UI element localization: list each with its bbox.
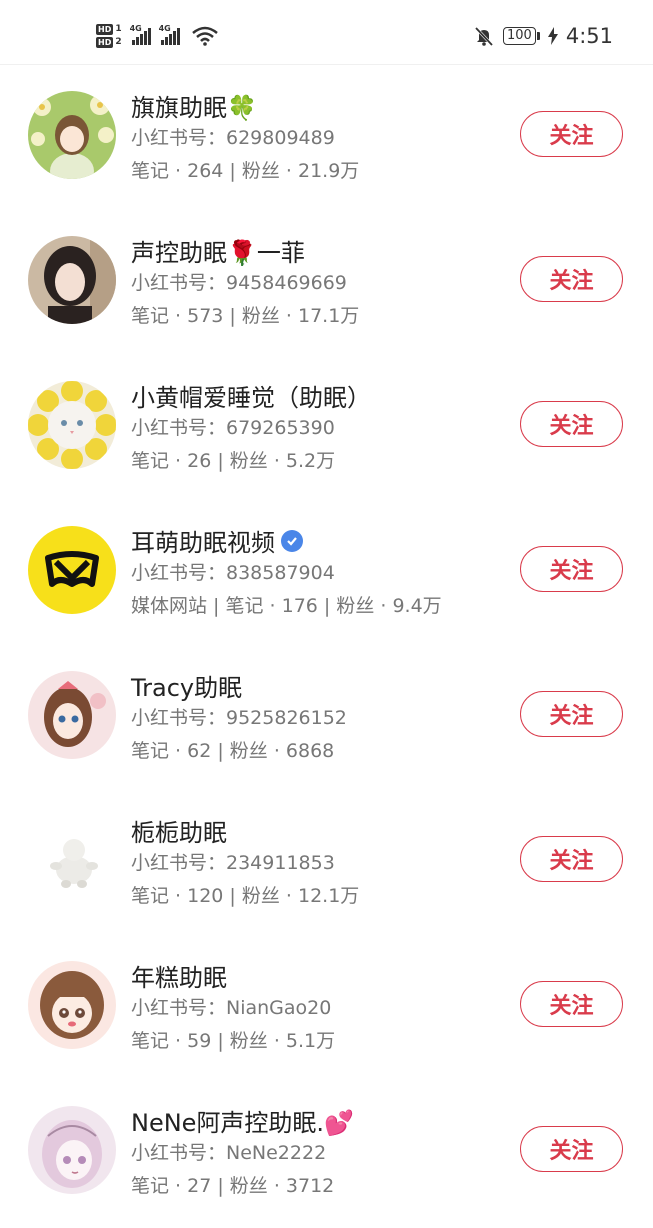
user-id: 小红书号：629809489 (131, 127, 335, 149)
avatar-logo-yellow[interactable] (28, 526, 116, 614)
user-id: 小红书号：NianGao20 (131, 997, 332, 1019)
hd2-number: 2 (115, 37, 122, 47)
hd2-badge: HD (96, 37, 114, 48)
list-item[interactable]: Tracy助眠 小红书号：9525826152 笔记 · 62 | 粉丝 · 6… (0, 646, 653, 791)
status-left: HD 1 HD 2 4G 4G (96, 20, 218, 52)
net2-label: 4G (158, 23, 171, 33)
user-name[interactable]: 年糕助眠 (131, 958, 227, 993)
list-item[interactable]: 耳萌助眠视频 小红书号：838587904 媒体网站 | 笔记 · 176 | … (0, 501, 653, 646)
hd1-indicator: HD 1 (96, 24, 122, 35)
avatar-cat-sunflower[interactable] (28, 381, 116, 469)
list-item[interactable]: 栀栀助眠 小红书号：234911853 笔记 · 120 | 粉丝 · 12.1… (0, 791, 653, 936)
list-item[interactable]: 小黄帽爱睡觉（助眠） 小红书号：679265390 笔记 · 26 | 粉丝 ·… (0, 356, 653, 501)
user-name-text: 耳萌助眠视频 (131, 529, 275, 557)
follow-button[interactable]: 关注 (520, 836, 623, 882)
avatar-girl-flowers[interactable] (28, 91, 116, 179)
wifi-icon (191, 26, 218, 46)
user-stats: 笔记 · 264 | 粉丝 · 21.9万 (131, 160, 360, 182)
follow-button[interactable]: 关注 (520, 256, 623, 302)
net1-label: 4G (129, 23, 142, 33)
avatar-anime-girl[interactable] (28, 961, 116, 1049)
user-stats: 笔记 · 26 | 粉丝 · 5.2万 (131, 450, 336, 472)
follow-button[interactable]: 关注 (520, 981, 623, 1027)
header-divider (0, 64, 653, 65)
user-name[interactable]: Tracy助眠 (131, 668, 242, 703)
signal-icon: 4G (130, 24, 151, 45)
user-stats: 笔记 · 59 | 粉丝 · 5.1万 (131, 1030, 336, 1052)
list-item[interactable]: 声控助眠🌹一菲 小红书号：9458469669 笔记 · 573 | 粉丝 · … (0, 211, 653, 356)
user-id: 小红书号：9525826152 (131, 707, 347, 729)
user-name[interactable]: NeNe阿声控助眠.💕 (131, 1103, 354, 1138)
user-name[interactable]: 耳萌助眠视频 (131, 523, 303, 558)
user-name[interactable]: 小黄帽爱睡觉（助眠） (131, 378, 371, 413)
user-id: 小红书号：679265390 (131, 417, 335, 439)
user-id: 小红书号：NeNe2222 (131, 1142, 327, 1164)
list-item[interactable]: 旗旗助眠🍀 小红书号：629809489 笔记 · 264 | 粉丝 · 21.… (0, 66, 653, 211)
status-bar: HD 1 HD 2 4G 4G 100 4:51 (0, 0, 653, 66)
user-name[interactable]: 栀栀助眠 (131, 813, 227, 848)
battery-icon: 100 (503, 27, 540, 45)
status-right: 100 4:51 (473, 24, 613, 48)
user-name[interactable]: 旗旗助眠🍀 (131, 88, 257, 123)
user-stats: 笔记 · 120 | 粉丝 · 12.1万 (131, 885, 360, 907)
list-item[interactable]: NeNe阿声控助眠.💕 小红书号：NeNe2222 笔记 · 27 | 粉丝 ·… (0, 1081, 653, 1226)
avatar-sketch-girl[interactable] (28, 1106, 116, 1194)
follow-button[interactable]: 关注 (520, 691, 623, 737)
user-id: 小红书号：9458469669 (131, 272, 347, 294)
avatar-girl-photo[interactable] (28, 236, 116, 324)
follow-button[interactable]: 关注 (520, 1126, 623, 1172)
user-stats: 媒体网站 | 笔记 · 176 | 粉丝 · 9.4万 (131, 595, 442, 617)
charging-icon (547, 27, 558, 45)
user-id: 小红书号：234911853 (131, 852, 335, 874)
mute-bell-icon (474, 26, 494, 47)
hd1-number: 1 (115, 24, 122, 34)
follow-button[interactable]: 关注 (520, 401, 623, 447)
avatar-white-plush[interactable] (28, 816, 116, 904)
user-id: 小红书号：838587904 (131, 562, 335, 584)
follow-button[interactable]: 关注 (520, 546, 623, 592)
user-stats: 笔记 · 27 | 粉丝 · 3712 (131, 1175, 335, 1197)
follow-button[interactable]: 关注 (520, 111, 623, 157)
user-stats: 笔记 · 573 | 粉丝 · 17.1万 (131, 305, 360, 327)
clock: 4:51 (565, 24, 613, 48)
signal-icon-2: 4G (159, 24, 180, 45)
list-item[interactable]: 年糕助眠 小红书号：NianGao20 笔记 · 59 | 粉丝 · 5.1万 … (0, 936, 653, 1081)
hd2-indicator: HD 2 (96, 37, 122, 48)
battery-nub (536, 32, 540, 40)
avatar-cartoon-girl[interactable] (28, 671, 116, 759)
hd1-badge: HD (96, 24, 114, 35)
user-stats: 笔记 · 62 | 粉丝 · 6868 (131, 740, 335, 762)
verified-icon (281, 529, 303, 552)
battery-level: 100 (503, 27, 536, 45)
hd-indicators: HD 1 HD 2 (96, 24, 122, 48)
user-name[interactable]: 声控助眠🌹一菲 (131, 233, 305, 268)
